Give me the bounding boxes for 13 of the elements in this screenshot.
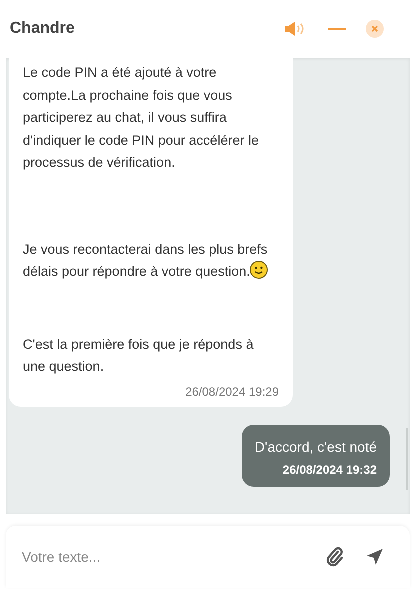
message-time: 26/08/2024 19:29: [186, 384, 279, 398]
paperclip-icon[interactable]: [326, 547, 344, 567]
message-time: 26/08/2024 19:32: [282, 462, 377, 476]
chat-title: Chandre: [10, 20, 75, 38]
minimize-icon[interactable]: [328, 27, 346, 31]
close-icon[interactable]: [366, 20, 384, 38]
smiley-icon: [250, 261, 268, 279]
message-text: Je vous recontacterai dans les plus brefs délais pour répondre à votre question.: [23, 240, 270, 281]
send-icon[interactable]: [366, 548, 384, 566]
message-text: D'accord, c'est noté: [254, 438, 377, 454]
message-text: C'est la première fois que je réponds à une question.: [23, 336, 255, 376]
message-text: Le code PIN a été ajouté à votre compte.La prochaine fois que vous participerez au chat, il vous suffira d'indiquer le code PIN pour accélérer le processus de vérification.: [23, 64, 260, 172]
message-input[interactable]: Votre texte...: [22, 545, 304, 569]
